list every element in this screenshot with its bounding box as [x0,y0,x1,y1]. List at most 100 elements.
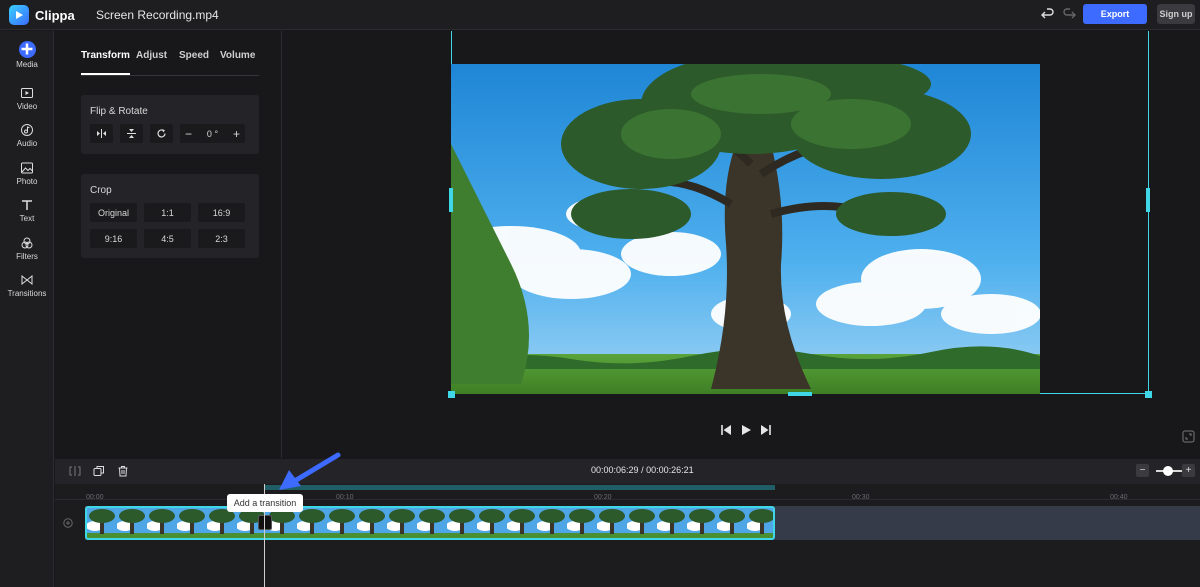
angle-decrease-button[interactable]: − [185,127,192,141]
crop-16-9-button[interactable]: 16:9 [198,203,245,222]
zoom-out-button[interactable]: − [1136,464,1149,477]
rail-item-photo[interactable]: Photo [0,161,54,186]
delete-icon[interactable] [117,465,129,477]
play-icon[interactable] [740,424,752,436]
skip-back-icon[interactable] [720,424,732,436]
clip-thumbnail [747,508,773,538]
clip-thumbnail [687,508,717,538]
rail-item-filters[interactable]: Filters [0,236,54,261]
fullscreen-icon[interactable] [1182,430,1195,443]
clip-thumbnail [447,508,477,538]
video-clip[interactable] [85,506,775,540]
rail-item-label: Filters [16,252,38,261]
rail-item-video[interactable]: Video [0,86,54,111]
clip-thumbnail [387,508,417,538]
rail-item-label: Transitions [7,289,47,298]
ruler-tick-label: 00:40 [1110,494,1128,501]
rotation-angle-stepper[interactable]: − 0 ° + [180,124,245,143]
sign-up-button[interactable]: Sign up [1157,4,1195,24]
app-name: Clippa [35,7,75,23]
clip-thumbnail [207,508,237,538]
add-track-icon[interactable] [63,518,73,528]
add-transition-tooltip: Add a transition [227,494,303,512]
rail-item-label: Video [16,102,38,111]
ruler-tick-label: 00:20 [594,494,612,501]
tab-transform[interactable]: Transform [81,50,130,61]
rail-item-label: Text [19,214,35,223]
clip-thumbnail [177,508,207,538]
tab-speed[interactable]: Speed [179,50,209,61]
clip-thumbnail [147,508,177,538]
text-icon [22,200,32,210]
panel-tabs: Transform Adjust Speed Volume [81,50,259,76]
tool-rail: Media Video Audio Photo Text Filters Tra… [0,31,54,587]
filters-icon [21,237,33,249]
file-name[interactable]: Screen Recording.mp4 [96,8,219,22]
clip-thumbnail [327,508,357,538]
export-button[interactable]: Export [1083,4,1147,24]
timecode: 00:00:06:29 / 00:00:26:21 [591,465,694,475]
total-time: 00:00:26:21 [646,465,694,475]
clip-thumbnail [717,508,747,538]
undo-icon[interactable] [1040,6,1056,22]
flip-vertical-icon [127,129,136,138]
flip-rotate-title: Flip & Rotate [90,106,148,117]
clip-thumbnail [657,508,687,538]
resize-handle-bottom[interactable] [788,392,812,396]
rotate-icon [157,129,166,138]
top-bar: Clippa Screen Recording.mp4 Export Sign … [0,0,1200,30]
crop-2-3-button[interactable]: 2:3 [198,229,245,248]
ruler-tick-label: 00:30 [852,494,870,501]
rail-item-text[interactable]: Text [0,198,54,223]
crop-card: Crop Original 1:1 16:9 9:16 4:5 2:3 [81,174,259,258]
crop-original-button[interactable]: Original [90,203,137,222]
clip-thumbnail [417,508,447,538]
rotate-button[interactable] [150,124,173,143]
tab-adjust[interactable]: Adjust [136,50,167,61]
clip-thumbnail [357,508,387,538]
clip-thumbnail [597,508,627,538]
tree-landscape-image [451,64,1040,394]
clip-thumbnail [477,508,507,538]
crop-4-5-button[interactable]: 4:5 [144,229,191,248]
tab-volume[interactable]: Volume [220,50,255,61]
flip-horizontal-button[interactable] [90,124,113,143]
rail-item-label: Media [16,60,38,69]
clippa-logo-icon [9,5,29,25]
rail-item-media[interactable]: Media [0,41,54,69]
angle-value[interactable]: 0 ° [207,129,218,139]
ruler-tick-label: 00:10 [336,494,354,501]
video-icon [21,88,33,98]
transition-marker[interactable] [258,515,272,530]
rail-item-audio[interactable]: Audio [0,123,54,148]
video-preview[interactable] [451,64,1040,394]
angle-increase-button[interactable]: + [233,127,240,141]
current-time: 00:00:06:29 [591,465,639,475]
clip-thumbnail [117,508,147,538]
clip-thumbnail [87,508,117,538]
app-logo[interactable]: Clippa [9,5,75,25]
rail-item-label: Audio [16,139,38,148]
resize-handle-corner-bottom-right[interactable] [1145,391,1152,398]
flip-horizontal-icon [97,129,106,138]
flip-vertical-button[interactable] [120,124,143,143]
duplicate-icon[interactable] [93,465,105,477]
skip-forward-icon[interactable] [760,424,772,436]
properties-panel: Transform Adjust Speed Volume Flip & Rot… [55,31,282,458]
transitions-icon [21,274,33,286]
zoom-slider-thumb[interactable] [1163,466,1173,476]
split-icon[interactable] [69,465,81,477]
rail-item-transitions[interactable]: Transitions [0,273,54,298]
crop-1-1-button[interactable]: 1:1 [144,203,191,222]
audio-icon [21,124,33,136]
resize-handle-corner-bottom-left[interactable] [448,391,455,398]
redo-icon[interactable] [1061,6,1077,22]
annotation-arrow-icon [279,452,341,490]
crop-9-16-button[interactable]: 9:16 [90,229,137,248]
zoom-in-button[interactable]: + [1182,464,1195,477]
resize-handle-right[interactable] [1146,188,1150,212]
resize-handle-left[interactable] [449,188,453,212]
clip-thumbnail [567,508,597,538]
crop-title: Crop [90,185,112,196]
flip-rotate-card: Flip & Rotate − 0 ° + [81,95,259,154]
